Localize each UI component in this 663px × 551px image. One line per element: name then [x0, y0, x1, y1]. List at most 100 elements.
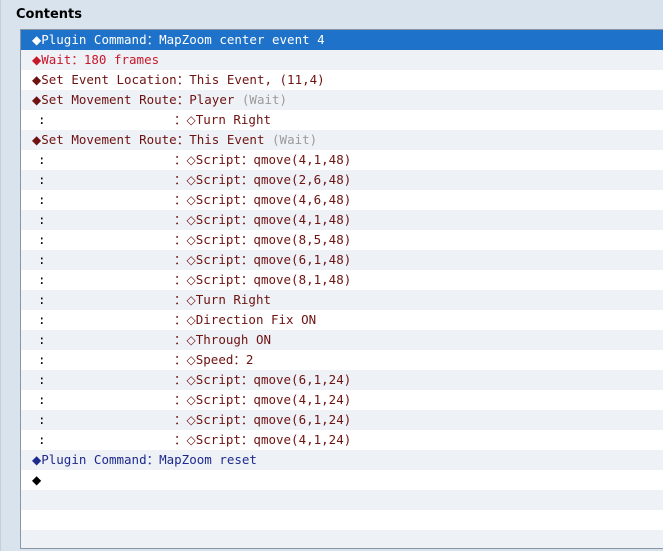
- list-row[interactable]: : ：◇Script：qmove(6,1,24): [21, 410, 663, 430]
- route-command: ：◇Script：qmove(4,1,24): [174, 430, 351, 450]
- route-command: ：◇Script：qmove(4,1,48): [174, 150, 351, 170]
- command-value: 180 frames: [83, 52, 160, 67]
- route-command: ：◇Turn Right: [174, 110, 271, 130]
- list-row-empty[interactable]: [21, 530, 663, 548]
- list-row[interactable]: ◆Set Movement Route：Player (Wait): [21, 90, 663, 110]
- list-row[interactable]: : ：◇Script：qmove(8,1,48): [21, 270, 663, 290]
- route-command-arg: qmove(4,1,24): [253, 432, 352, 447]
- list-row[interactable]: : ：◇Script：qmove(4,6,48): [21, 190, 663, 210]
- route-command-label: Script: [195, 192, 241, 207]
- list-row[interactable]: : ：◇Script：qmove(4,1,24): [21, 430, 663, 450]
- separator-colon: ：: [233, 352, 246, 367]
- route-command-arg: qmove(6,1,48): [253, 252, 352, 267]
- list-row[interactable]: : ：◇Turn Right: [21, 110, 663, 130]
- command-value: This Event: [189, 132, 265, 147]
- separator-colon: ：: [174, 392, 187, 407]
- separator-colon: ：: [176, 132, 190, 147]
- list-row-empty[interactable]: [21, 510, 663, 530]
- command-label: Set Movement Route: [41, 92, 177, 107]
- separator-colon: ：: [240, 412, 254, 427]
- list-row[interactable]: : ：◇Script：qmove(2,6,48): [21, 170, 663, 190]
- list-row-empty[interactable]: [21, 490, 663, 510]
- separator-colon: ：: [240, 232, 254, 247]
- list-row[interactable]: ◆Set Event Location：This Event, (11,4): [21, 70, 663, 90]
- filled-diamond-icon: ◆: [32, 73, 42, 87]
- route-command-label: Script: [195, 272, 241, 287]
- separator-colon: ：: [174, 192, 187, 207]
- route-command-arg: qmove(2,6,48): [253, 172, 352, 187]
- continuation-colon: :: [38, 232, 46, 247]
- route-command-arg: qmove(4,1,48): [253, 212, 352, 227]
- route-command: ：◇Script：qmove(4,6,48): [174, 190, 351, 210]
- list-row[interactable]: : ：◇Speed：2: [21, 350, 663, 370]
- route-command-label: Speed: [195, 352, 234, 367]
- separator-colon: ：: [240, 372, 254, 387]
- route-command-label: Through ON: [195, 332, 272, 347]
- route-command-label: Script: [195, 432, 241, 447]
- command-note: (Wait): [272, 132, 318, 147]
- command-value: MapZoom center event 4: [159, 32, 325, 47]
- separator-colon: ：: [146, 452, 160, 467]
- end-marker-diamond-icon: ◆: [32, 473, 42, 487]
- continuation-colon: :: [38, 312, 46, 327]
- route-command-arg: qmove(6,1,24): [253, 412, 352, 427]
- continuation-colon: :: [38, 192, 46, 207]
- route-command-label: Turn Right: [195, 292, 272, 307]
- continuation-colon: :: [38, 412, 46, 427]
- hollow-diamond-icon: ◇: [186, 153, 196, 167]
- route-command-label: Script: [195, 152, 241, 167]
- list-row[interactable]: : ：◇Script：qmove(6,1,24): [21, 370, 663, 390]
- separator-colon: ：: [176, 92, 190, 107]
- route-command-label: Script: [195, 232, 241, 247]
- list-row[interactable]: : ：◇Script：qmove(8,5,48): [21, 230, 663, 250]
- separator-colon: ：: [240, 392, 254, 407]
- route-command: ：◇Script：qmove(6,1,24): [174, 410, 351, 430]
- route-command-arg: qmove(8,1,48): [253, 272, 352, 287]
- route-command-label: Script: [195, 392, 241, 407]
- separator-colon: ：: [176, 72, 190, 87]
- list-row[interactable]: ◆Wait：180 frames: [21, 50, 663, 70]
- continuation-colon: :: [38, 332, 46, 347]
- separator-colon: ：: [174, 172, 187, 187]
- route-command: ：◇Script：qmove(8,5,48): [174, 230, 351, 250]
- command-value: This Event, (11,4): [189, 72, 325, 87]
- separator-colon: ：: [174, 432, 187, 447]
- list-row[interactable]: : ：◇Script：qmove(4,1,48): [21, 210, 663, 230]
- event-command-list[interactable]: ◆Plugin Command：MapZoom center event 4 ◆W…: [20, 29, 663, 549]
- hollow-diamond-icon: ◇: [186, 193, 196, 207]
- separator-colon: ：: [240, 172, 254, 187]
- route-command: ：◇Script：qmove(8,1,48): [174, 270, 351, 290]
- separator-colon: ：: [174, 312, 187, 327]
- hollow-diamond-icon: ◇: [186, 253, 196, 267]
- separator-colon: ：: [174, 112, 187, 127]
- route-command: ：◇Script：qmove(4,1,24): [174, 390, 351, 410]
- hollow-diamond-icon: ◇: [186, 333, 196, 347]
- list-row[interactable]: ◆Plugin Command：MapZoom center event 4: [21, 30, 663, 50]
- command-text: ◆Plugin Command：MapZoom reset: [32, 452, 257, 467]
- separator-colon: ：: [240, 272, 254, 287]
- command-text: ◆Set Event Location：This Event, (11,4): [32, 72, 325, 87]
- list-row[interactable]: : ：◇Script：qmove(6,1,48): [21, 250, 663, 270]
- continuation-colon: :: [38, 432, 46, 447]
- list-row[interactable]: ◆: [21, 470, 663, 490]
- command-note: (Wait): [241, 92, 288, 107]
- command-label: Set Movement Route: [41, 132, 177, 147]
- filled-diamond-icon: ◆: [32, 53, 42, 67]
- list-row[interactable]: ◆Set Movement Route：This Event (Wait): [21, 130, 663, 150]
- list-row[interactable]: : ：◇Script：qmove(4,1,48): [21, 150, 663, 170]
- command-label: Plugin Command: [41, 32, 147, 47]
- command-label: Set Event Location: [41, 72, 177, 87]
- route-command: ：◇Script：qmove(6,1,24): [174, 370, 351, 390]
- hollow-diamond-icon: ◇: [186, 273, 196, 287]
- separator-colon: ：: [174, 152, 187, 167]
- hollow-diamond-icon: ◇: [186, 233, 196, 247]
- command-value: Player: [189, 92, 235, 107]
- separator-colon: ：: [174, 372, 187, 387]
- route-command: ：◇Turn Right: [174, 290, 271, 310]
- list-row[interactable]: : ：◇Turn Right: [21, 290, 663, 310]
- list-row[interactable]: : ：◇Through ON: [21, 330, 663, 350]
- separator-colon: ：: [174, 212, 187, 227]
- list-row[interactable]: : ：◇Direction Fix ON: [21, 310, 663, 330]
- list-row[interactable]: ◆Plugin Command：MapZoom reset: [21, 450, 663, 470]
- list-row[interactable]: : ：◇Script：qmove(4,1,24): [21, 390, 663, 410]
